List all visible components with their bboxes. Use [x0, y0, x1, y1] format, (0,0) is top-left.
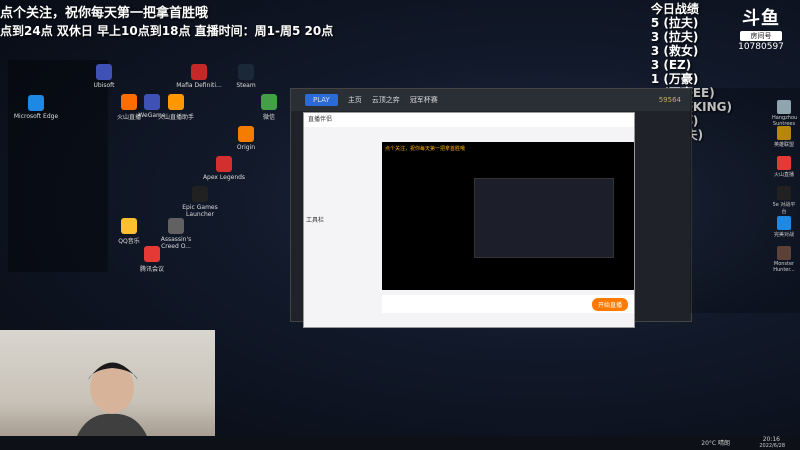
desktop-icon-label: Mafia Definiti...	[176, 82, 222, 89]
desktop-icon-perfect[interactable]: 完美对战	[772, 216, 796, 238]
record-item: 1 (万豪)	[650, 72, 699, 86]
wechat-icon	[261, 94, 277, 110]
desktop-icon-ubisoft[interactable]: Ubisoft	[80, 64, 128, 89]
client-topbar: PLAY 主页 云顶之弈 冠军杯赛 59564	[291, 89, 691, 111]
desktop-icon-lol[interactable]: 英雄联盟	[772, 126, 796, 148]
perfect-icon	[777, 216, 791, 230]
record-item: 3 (EZ)	[650, 58, 692, 72]
desktop-icon-volcano-right[interactable]: 火山直播	[772, 156, 796, 178]
desktop-icon-tencent-meeting[interactable]: 腾讯会议	[128, 246, 176, 273]
taskbar: 20°C 晴朗 20:16 2022/6/28	[0, 436, 800, 450]
mafia-icon	[191, 64, 207, 80]
desktop-icon-label: QQ音乐	[118, 238, 140, 245]
weather: 20°C 晴朗	[701, 440, 730, 447]
monster-hunter-icon	[777, 246, 791, 260]
desktop-icon-label: Steam	[236, 82, 256, 89]
steam-icon	[238, 64, 254, 80]
5e-icon	[777, 186, 791, 200]
clock-date: 2022/6/28	[759, 443, 785, 449]
platform-logo: 斗鱼 房间号 10780597	[730, 4, 792, 52]
desktop-icon-origin[interactable]: Origin	[222, 126, 270, 151]
desktop-icon-label: Ubisoft	[93, 82, 115, 89]
record-item: 5 (拉夫)	[650, 16, 699, 30]
platform-mark: 斗鱼	[742, 8, 780, 29]
desktop-icon-label: 5e 对战平台	[772, 202, 796, 215]
desktop-icon-label: Microsoft Edge	[13, 113, 59, 120]
desktop-icon-suntrees[interactable]: Hangzhou Suntrees	[772, 100, 797, 127]
balance: 59564	[658, 96, 681, 104]
desktop-icon-label: Origin	[236, 144, 256, 151]
room-label: 房间号	[740, 31, 782, 41]
desktop-icon-label: Monster Hunter...	[773, 261, 795, 273]
desktop-icon-wechat[interactable]: 微信	[245, 94, 293, 121]
desktop-icon-label: 英雄联盟	[773, 142, 794, 148]
desktop-icon-label: Epic Games Launcher	[182, 204, 218, 218]
apex-icon	[216, 156, 232, 172]
preview-toolbar: 开始直播	[382, 295, 634, 313]
desktop-icon-volcano-assistant[interactable]: 火山直播助手	[152, 94, 200, 121]
assassins-creed-icon	[168, 218, 184, 234]
room-id: 10780597	[738, 42, 784, 52]
desktop-icon-mafia[interactable]: Mafia Definiti...	[175, 64, 223, 89]
volcano-right-icon	[777, 156, 791, 170]
tab-tft[interactable]: 云顶之弈	[372, 95, 400, 105]
desktop-icon-steam[interactable]: Steam	[222, 64, 270, 89]
origin-icon	[238, 126, 254, 142]
companion-title: 直播伴侣	[304, 113, 634, 127]
lol-icon	[777, 126, 791, 140]
desktop-icon-edge[interactable]: Microsoft Edge	[12, 95, 60, 120]
desktop-icon-epic[interactable]: Epic Games Launcher	[176, 186, 224, 218]
desktop-icon-label: 火山直播助手	[157, 114, 194, 121]
desktop-icon-monster-hunter[interactable]: Monster Hunter...	[772, 246, 796, 273]
stream-banner-line1: 点个关注，祝你每天第一把拿首胜哦	[0, 6, 209, 21]
record-item: 3 (拉夫)	[650, 30, 699, 44]
ubisoft-icon	[96, 64, 112, 80]
nested-preview	[474, 178, 614, 258]
desktop-icon-5e[interactable]: 5e 对战平台	[772, 186, 796, 215]
desktop-icon-qq-music[interactable]: QQ音乐	[105, 218, 153, 245]
record-item: 3 (救女)	[650, 44, 699, 58]
epic-icon	[192, 186, 208, 202]
desktop-icon-label: 火山直播	[773, 172, 794, 178]
desktop-icon-label: 完美对战	[773, 232, 794, 238]
play-button[interactable]: PLAY	[305, 94, 338, 106]
tools-panel-title: 工具栏	[306, 217, 325, 224]
stream-banner-line2: 点到24点 双休日 早上10点到18点 直播时间：周1-周5 20点	[0, 24, 334, 38]
desktop: { "stream":{ "banner_line1":"点个关注，祝你每天第一…	[0, 0, 800, 450]
clock-time: 20:16	[762, 436, 780, 443]
tab-home[interactable]: 主页	[348, 95, 362, 105]
notification-panel	[8, 60, 108, 272]
desktop-icon-label: Apex Legends	[202, 174, 246, 181]
streamer-avatar	[72, 362, 152, 450]
preview-title: 点个关注，祝你每天第一把拿首胜哦	[385, 146, 466, 152]
start-stream-button[interactable]: 开始直播	[591, 298, 628, 311]
qq-music-icon	[121, 218, 137, 234]
tencent-meeting-icon	[144, 246, 160, 262]
record-title: 今日战绩	[650, 2, 699, 16]
tab-cup[interactable]: 冠军杯赛	[410, 95, 438, 105]
volcano-assistant-icon	[168, 94, 184, 110]
desktop-icon-label: 腾讯会议	[139, 266, 164, 273]
desktop-icon-apex[interactable]: Apex Legends	[200, 156, 248, 181]
edge-icon	[28, 95, 44, 111]
desktop-icon-label: 微信	[262, 114, 275, 121]
suntrees-icon	[777, 100, 791, 114]
